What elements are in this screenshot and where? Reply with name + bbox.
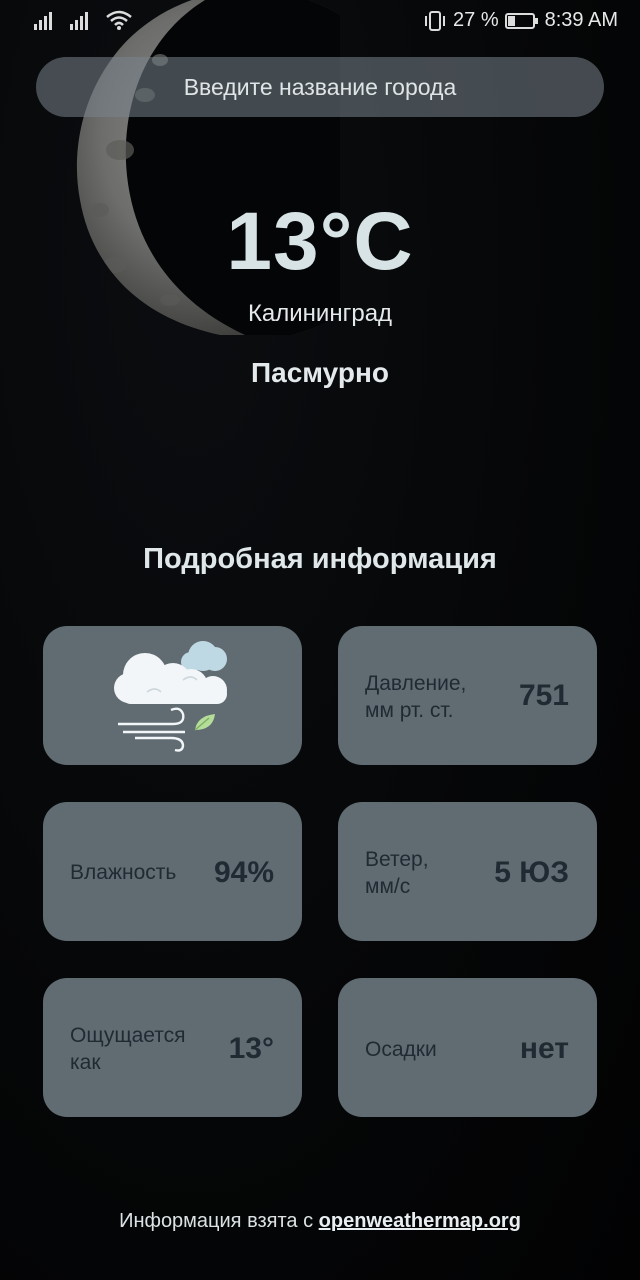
precipitation-label: Осадки (365, 1038, 437, 1061)
pressure-label: Давление, мм рт. ст. (365, 670, 466, 724)
battery-percent: 27 % (453, 9, 499, 31)
wifi-icon (106, 10, 132, 30)
pressure-label-line2: мм рт. ст. (365, 699, 454, 722)
feels-like-value: 13° (228, 1032, 274, 1065)
battery-icon (504, 12, 538, 29)
signal-icon (70, 12, 88, 30)
humidity-value: 94% (213, 856, 274, 889)
status-time: 8:39 AM (544, 9, 618, 31)
city-name: Калининград (247, 300, 393, 327)
pressure-value: 751 (518, 679, 569, 712)
vibrate-icon (425, 10, 446, 31)
status-bar: 27 % 8:39 AM (0, 0, 640, 44)
details-section-title: Подробная информация (143, 543, 497, 575)
footer-text: Информация взята с (119, 1210, 314, 1232)
wind-label: Ветер, мм/с (365, 846, 429, 900)
city-search-field[interactable] (36, 56, 604, 118)
status-bar-right: 27 % 8:39 AM (423, 9, 618, 32)
precipitation-value: нет (519, 1032, 569, 1065)
current-temperature: 13°C (226, 196, 414, 287)
feels-like-label-line2: как (70, 1051, 101, 1074)
openweathermap-link[interactable]: openweathermap.org (319, 1210, 521, 1232)
wind-label-line2: мм/с (365, 875, 411, 898)
wind-value: 5 ЮЗ (494, 856, 569, 889)
app-screen: 27 % 8:39 AM 13°C Калининград Пасмурно П… (0, 0, 640, 1280)
wind-card: Ветер, мм/с 5 ЮЗ (338, 802, 597, 941)
weather-icon-card (43, 626, 302, 765)
precipitation-card: Осадки нет (338, 978, 597, 1117)
humidity-label: Влажность (70, 861, 177, 884)
feels-like-label: Ощущается как (70, 1022, 186, 1076)
signal-icon (34, 12, 52, 30)
city-search-input[interactable] (36, 56, 604, 118)
status-bar-left (34, 10, 132, 30)
pressure-label-line1: Давление, (365, 672, 467, 695)
feels-like-label-line1: Ощущается (70, 1024, 186, 1047)
humidity-card: Влажность 94% (43, 802, 302, 941)
cloudy-windy-icon (114, 641, 227, 752)
footer-attribution: Информация взята с openweathermap.org (0, 1210, 640, 1233)
pressure-card: Давление, мм рт. ст. 751 (338, 626, 597, 765)
wind-label-line1: Ветер, (365, 848, 429, 871)
weather-condition: Пасмурно (251, 357, 389, 388)
feels-like-card: Ощущается как 13° (43, 978, 302, 1117)
